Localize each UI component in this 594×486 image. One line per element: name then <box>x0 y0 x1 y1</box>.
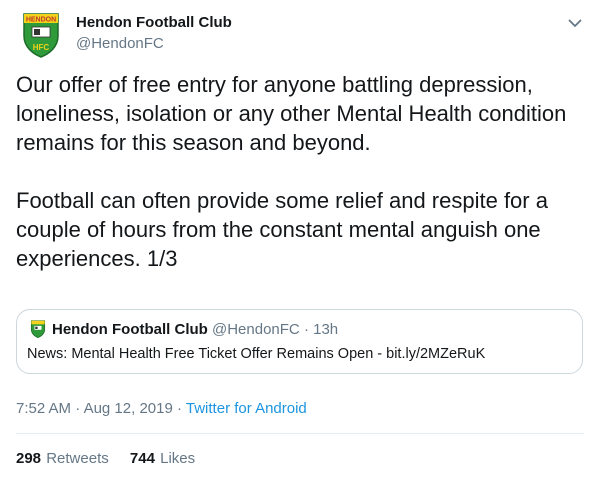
retweets-stat[interactable]: 298 Retweets <box>16 450 109 467</box>
avatar[interactable]: HENDON HFC <box>18 12 64 58</box>
author-handle[interactable]: @HendonFC <box>76 35 164 52</box>
likes-label: Likes <box>160 450 196 467</box>
quote-separator: · <box>303 321 309 338</box>
quote-text: News: Mental Health Free Ticket Offer Re… <box>27 346 486 362</box>
quote-avatar <box>29 320 47 339</box>
tweet-card: HENDON HFC Hendon Football Club @HendonF… <box>0 0 594 486</box>
quote-author-handle: @HendonFC <box>211 321 300 338</box>
svg-text:HENDON: HENDON <box>26 17 56 24</box>
author-name[interactable]: Hendon Football Club <box>76 14 232 31</box>
tweet-paragraph: Our offer of free entry for anyone battl… <box>16 72 567 155</box>
meta-separator: · <box>75 400 81 417</box>
svg-text:HFC: HFC <box>33 43 50 52</box>
retweets-label: Retweets <box>46 450 109 467</box>
quoted-tweet[interactable]: Hendon Football Club @HendonFC · 13h New… <box>16 309 583 374</box>
club-crest-icon <box>30 320 46 339</box>
likes-stat[interactable]: 744 Likes <box>130 450 195 467</box>
tweet-date[interactable]: Aug 12, 2019 <box>84 400 173 417</box>
tweet-text: Our offer of free entry for anyone battl… <box>16 70 586 273</box>
quote-timestamp: 13h <box>313 321 339 338</box>
club-crest-icon: HENDON HFC <box>23 13 59 58</box>
tweet-stats: 298 Retweets 744 Likes <box>16 450 195 467</box>
divider <box>16 433 584 434</box>
tweet-paragraph: Football can often provide some relief a… <box>16 188 548 271</box>
quote-header: Hendon Football Club @HendonFC · 13h <box>52 321 338 338</box>
more-options-button[interactable] <box>566 14 584 32</box>
likes-count: 744 <box>129 450 155 467</box>
tweet-time[interactable]: 7:52 AM <box>16 400 71 417</box>
tweet-source-link[interactable]: Twitter for Android <box>186 400 307 417</box>
tweet-meta: 7:52 AM · Aug 12, 2019 · Twitter for And… <box>16 400 307 417</box>
meta-separator: · <box>176 400 182 417</box>
chevron-down-icon <box>568 19 582 27</box>
quote-author-name: Hendon Football Club <box>52 321 208 338</box>
retweets-count: 298 <box>16 450 42 467</box>
